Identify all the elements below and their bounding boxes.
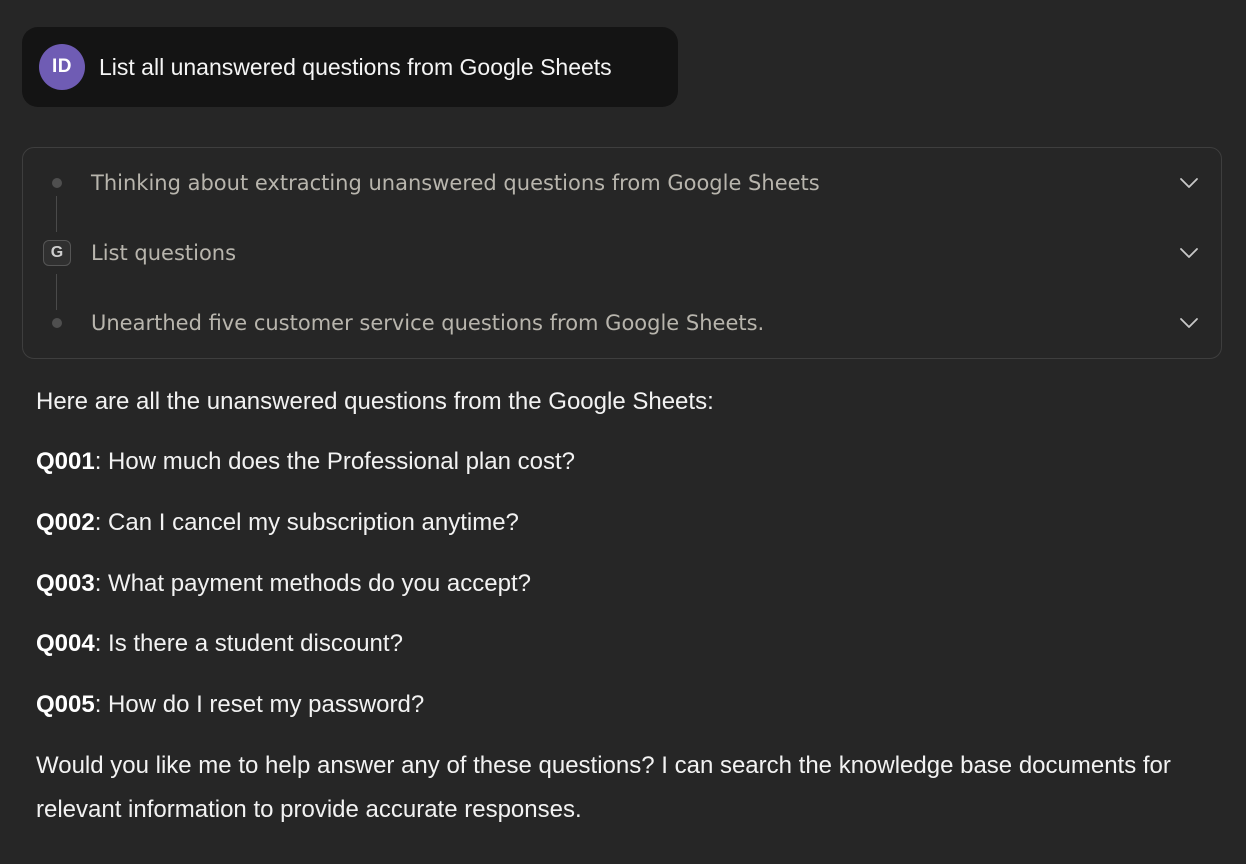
question-item: Q002: Can I cancel my subscription anyti… [36,509,519,537]
step-label: Unearthed five customer service question… [91,311,765,335]
user-message-text: List all unanswered questions from Googl… [99,53,612,80]
step-result[interactable]: Unearthed five customer service question… [23,288,1221,358]
chevron-down-icon[interactable] [1179,247,1199,259]
step-thinking[interactable]: Thinking about extracting unanswered que… [23,148,1221,218]
step-list-questions[interactable]: G List questions [23,218,1221,288]
question-item: Q003: What payment methods do you accept… [36,570,531,598]
google-sheets-icon: G [43,240,71,266]
question-id: Q003 [36,570,95,597]
chevron-down-icon[interactable] [1179,177,1199,189]
step-label: Thinking about extracting unanswered que… [91,171,820,195]
question-text: : Is there a student discount? [94,630,403,657]
question-text: : How much does the Professional plan co… [94,448,575,475]
step-marker [41,167,73,199]
chevron-down-icon[interactable] [1179,317,1199,329]
response-intro: Here are all the unanswered questions fr… [36,388,714,415]
response-closing: Would you like me to help answer any of … [36,752,1171,823]
step-marker: G [41,237,73,269]
step-marker [41,307,73,339]
question-id: Q004 [36,630,95,657]
avatar: ID [39,44,85,90]
step-label: List questions [91,241,237,265]
user-message: ID List all unanswered questions from Go… [22,27,678,107]
question-id: Q001 [36,448,95,475]
question-item: Q005: How do I reset my password? [36,691,424,719]
dot-icon [52,178,62,188]
dot-icon [52,318,62,328]
question-text: : What payment methods do you accept? [94,570,531,597]
question-item: Q001: How much does the Professional pla… [36,448,575,476]
steps-panel: Thinking about extracting unanswered que… [22,147,1222,359]
question-item: Q004: Is there a student discount? [36,630,403,658]
question-text: : How do I reset my password? [94,691,425,718]
question-id: Q002 [36,509,95,536]
question-id: Q005 [36,691,95,718]
question-text: : Can I cancel my subscription anytime? [94,509,519,536]
